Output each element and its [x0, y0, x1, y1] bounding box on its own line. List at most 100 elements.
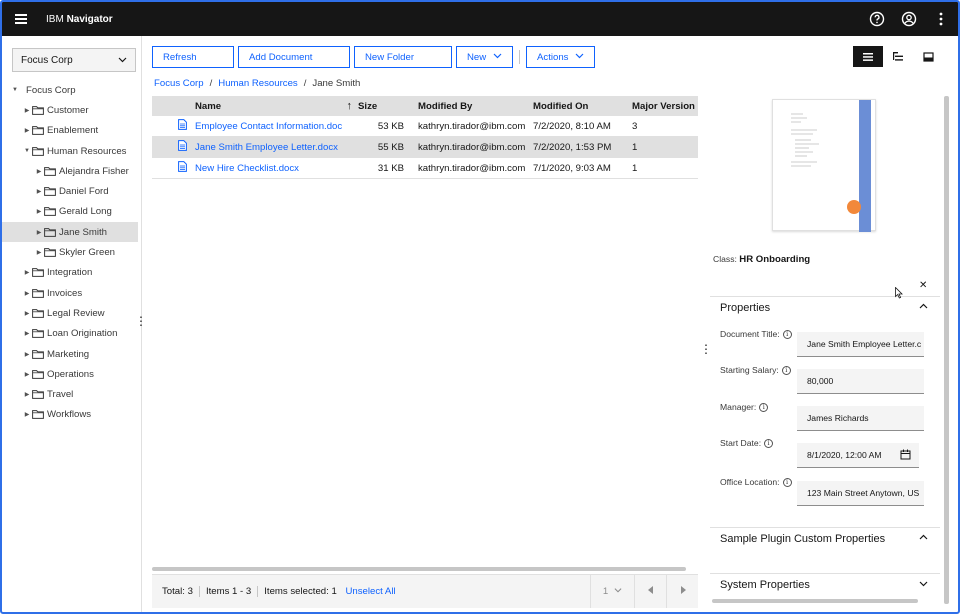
help-icon[interactable]	[868, 10, 886, 28]
caret-right-icon[interactable]: ▶	[34, 249, 44, 256]
filmstrip-view-icon[interactable]	[913, 46, 943, 67]
unselect-all-link[interactable]: Unselect All	[345, 586, 395, 597]
system-properties-section-title[interactable]: System Properties	[720, 579, 810, 591]
list-footer: Total: 3 Items 1 - 3 Items selected: 1 U…	[152, 574, 698, 608]
tree-item[interactable]: ▶ Legal Review	[10, 303, 140, 323]
tree-item[interactable]: ▶ Loan Origination	[10, 324, 140, 344]
property-input[interactable]: 80,000	[797, 369, 924, 394]
caret-right-icon[interactable]: ▶	[22, 310, 32, 317]
caret-right-icon[interactable]: ▶	[22, 391, 32, 398]
tree-item[interactable]: ▶ Jane Smith	[2, 222, 138, 243]
caret-right-icon[interactable]: ▶	[22, 330, 32, 337]
table-row[interactable]: New Hire Checklist.docx 31 KB kathryn.tira…	[152, 158, 698, 179]
info-icon[interactable]: i	[782, 329, 792, 339]
caret-right-icon[interactable]: ▶	[22, 411, 32, 418]
caret-right-icon[interactable]: ▶	[22, 290, 32, 297]
modified-on-column-header[interactable]: Modified On	[533, 101, 632, 112]
tree-item[interactable]: ▶ Travel	[10, 384, 140, 404]
plugin-properties-section-title[interactable]: Sample Plugin Custom Properties	[720, 533, 885, 545]
tree-item[interactable]: ▶ Alejandra Fisher	[10, 161, 140, 181]
caret-right-icon[interactable]: ▶	[22, 127, 32, 134]
tree-item-label: Daniel Ford	[59, 186, 109, 198]
details-view-icon[interactable]	[853, 46, 883, 67]
items-selected: Items selected: 1 Unselect All	[258, 586, 401, 597]
document-name-link[interactable]: Employee Contact Information.doc	[195, 121, 342, 132]
property-input[interactable]: James Richards	[797, 406, 924, 431]
menu-icon[interactable]	[2, 2, 40, 36]
new-menu-button[interactable]: New	[456, 46, 513, 68]
document-modified-on: 7/1/2020, 9:03 AM	[533, 162, 611, 174]
property-input[interactable]: 123 Main Street Anytown, US	[797, 481, 924, 506]
table-row[interactable]: Employee Contact Information.doc 53 KB kat…	[152, 116, 698, 137]
modified-by-column-header[interactable]: Modified By	[412, 101, 533, 112]
user-icon[interactable]	[900, 10, 918, 28]
tree-item[interactable]: ▶ Enablement	[10, 121, 140, 141]
caret-right-icon[interactable]: ▶	[34, 208, 44, 215]
add-document-button[interactable]: Add Document	[238, 46, 350, 68]
caret-down-icon[interactable]: ▼	[22, 148, 32, 154]
calendar-icon[interactable]	[900, 449, 911, 462]
properties-horizontal-scrollbar[interactable]	[712, 599, 918, 603]
breadcrumb-separator: /	[209, 78, 213, 89]
tree-item[interactable]: ▼ Human Resources	[10, 141, 140, 161]
chevron-up-icon[interactable]	[919, 533, 928, 545]
caret-right-icon[interactable]: ▶	[22, 351, 32, 358]
actions-menu-button[interactable]: Actions	[526, 46, 595, 68]
info-icon[interactable]: i	[764, 438, 774, 448]
next-page-button[interactable]	[666, 575, 698, 608]
new-folder-button[interactable]: New Folder	[354, 46, 452, 68]
breadcrumb-focus-corp[interactable]: Focus Corp	[154, 78, 204, 89]
brand-name: Navigator	[66, 13, 113, 25]
document-thumbnail[interactable]	[772, 99, 876, 232]
caret-right-icon[interactable]: ▶	[34, 229, 44, 236]
tree-root[interactable]: ▼ Focus Corp	[10, 80, 140, 100]
caret-right-icon[interactable]: ▶	[22, 371, 32, 378]
overflow-menu-icon[interactable]	[932, 10, 950, 28]
property-label: Office Location: i	[720, 477, 792, 487]
chevron-down-icon	[614, 586, 622, 597]
sort-ascending-icon[interactable]: ↑	[347, 100, 353, 112]
chevron-down-icon[interactable]	[919, 579, 928, 591]
breadcrumb-human-resources[interactable]: Human Resources	[218, 78, 297, 89]
chevron-up-icon[interactable]	[919, 302, 928, 314]
table-row[interactable]: Jane Smith Employee Letter.docx 55 KB kath…	[152, 137, 698, 158]
tree-item[interactable]: ▶ Operations	[10, 364, 140, 384]
property-input[interactable]: Jane Smith Employee Letter.c	[797, 332, 924, 357]
caret-right-icon[interactable]: ▶	[22, 269, 32, 276]
info-icon[interactable]: i	[759, 402, 769, 412]
tree-view-icon[interactable]	[883, 46, 913, 67]
tree-item[interactable]: ▶ Daniel Ford	[10, 181, 140, 201]
previous-page-button[interactable]	[634, 575, 666, 608]
properties-vertical-scrollbar[interactable]	[944, 96, 949, 604]
refresh-button[interactable]: Refresh	[152, 46, 234, 68]
page-select[interactable]: 1	[590, 575, 634, 608]
caret-right-icon[interactable]: ▶	[22, 107, 32, 114]
document-name-link[interactable]: New Hire Checklist.docx	[195, 163, 299, 174]
property-input[interactable]: 8/1/2020, 12:00 AM	[797, 443, 919, 468]
tree-item[interactable]: ▶ Invoices	[10, 283, 140, 303]
horizontal-scrollbar[interactable]	[152, 567, 686, 571]
size-column-header[interactable]: Size	[358, 101, 412, 112]
tree-item[interactable]: ▶ Skyler Green	[10, 242, 140, 262]
caret-right-icon[interactable]: ▶	[34, 188, 44, 195]
tree-item[interactable]: ▶ Gerald Long	[10, 202, 140, 222]
tree-item[interactable]: ▶ Marketing	[10, 344, 140, 364]
caret-right-icon[interactable]: ▶	[34, 168, 44, 175]
app-brand[interactable]: IBM Navigator	[46, 14, 113, 25]
repository-select[interactable]: Focus Corp	[12, 48, 136, 72]
tree-item-label: Enablement	[47, 125, 99, 137]
tree-item[interactable]: ▶ Workflows	[10, 405, 140, 425]
tree-item[interactable]: ▶ Customer	[10, 100, 140, 120]
info-icon[interactable]: i	[781, 365, 791, 375]
pane-splitter-handle[interactable]: ⋮	[135, 314, 147, 328]
properties-section-title[interactable]: Properties	[720, 302, 770, 314]
major-version-column-header[interactable]: Major Version	[632, 101, 698, 112]
tree-item[interactable]: ▶ Integration	[10, 263, 140, 283]
name-column-header[interactable]: Name ↑	[195, 100, 358, 112]
document-name-link[interactable]: Jane Smith Employee Letter.docx	[195, 142, 338, 153]
info-icon[interactable]: i	[782, 477, 792, 487]
caret-down-icon[interactable]: ▼	[10, 87, 20, 93]
close-icon[interactable]: ✕	[919, 280, 927, 291]
property-value: 123 Main Street Anytown, US	[807, 488, 920, 498]
section-divider	[710, 527, 940, 528]
